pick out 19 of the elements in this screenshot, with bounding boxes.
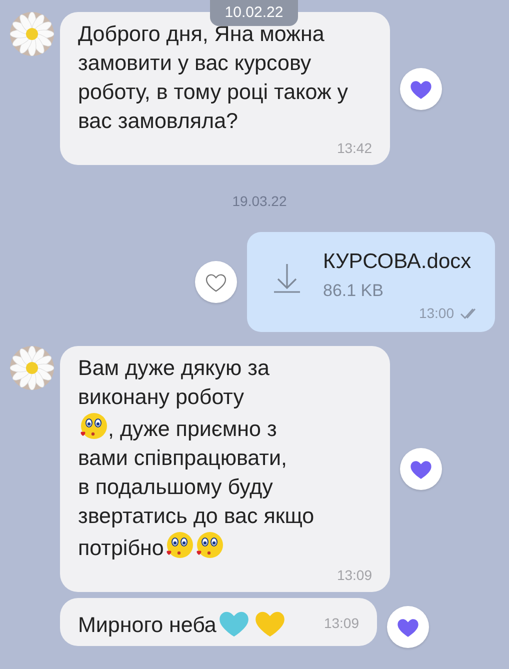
kiss-emoji-icon — [78, 412, 108, 442]
date-label: 19.03.22 — [231, 192, 288, 211]
file-size: 86.1 KB — [323, 280, 384, 302]
download-icon[interactable] — [273, 262, 301, 294]
file-name: КУРСОВА.docx — [323, 249, 472, 275]
message-time: 13:09 — [324, 614, 359, 632]
like-button[interactable] — [195, 261, 237, 303]
message-text: , дуже приємно з — [108, 417, 277, 441]
date-label: 10.02.22 — [210, 0, 298, 26]
message-time: 13:42 — [336, 139, 372, 158]
like-button[interactable] — [400, 448, 442, 490]
message-text: Мирного неба — [78, 613, 216, 637]
message-text: Вам дуже дякую за виконану роботу — [78, 355, 270, 411]
message-text: потрібно — [78, 536, 164, 560]
like-button[interactable] — [400, 68, 442, 110]
message-time: 13:09 — [336, 566, 372, 585]
like-button[interactable] — [387, 606, 429, 648]
file-bubble[interactable]: КУРСОВА.docx 86.1 KB 13:00 — [247, 232, 495, 332]
message-time: 13:00 — [418, 304, 454, 323]
